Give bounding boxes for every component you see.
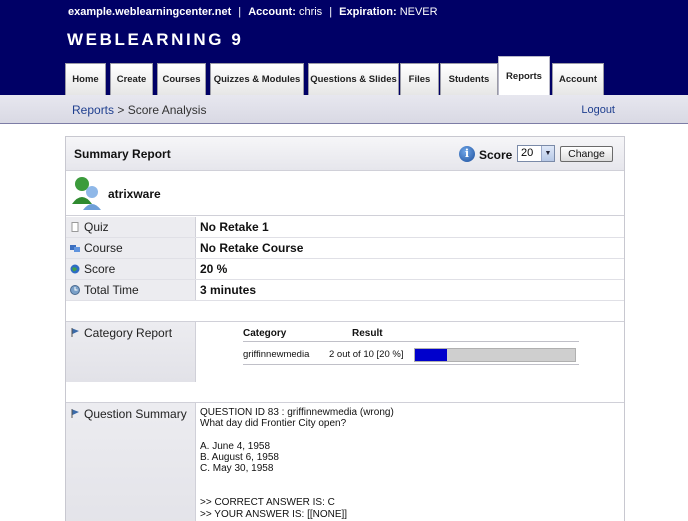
info-label: Total Time (84, 283, 139, 297)
info-row-course: Course No Retake Course (66, 238, 624, 259)
result-progress-bar (414, 348, 576, 362)
column-header-result: Result (352, 328, 383, 339)
question-line (200, 475, 394, 486)
globe-icon (70, 264, 80, 274)
question-line: QUESTION ID 83 : griffinnewmedia (wrong) (200, 407, 394, 418)
question-line: What day did Frontier City open? (200, 418, 347, 430)
score-label: Score (479, 148, 513, 162)
info-label: Quiz (84, 220, 109, 234)
user-row: atrixware (66, 172, 624, 216)
section-label: Question Summary (84, 407, 187, 421)
tab-students[interactable]: Students (440, 63, 498, 95)
category-name: griffinnewmedia (243, 349, 310, 360)
column-header-category: Category (243, 328, 287, 339)
logout-link[interactable]: Logout (581, 104, 615, 116)
change-button[interactable]: Change (560, 146, 613, 162)
question-line: C. May 30, 1958 (200, 463, 274, 475)
info-value: 3 minutes (200, 283, 257, 297)
category-report-section: Category Report Category Result griffinn… (66, 321, 624, 401)
account-info: example.weblearningcenter.net | Account:… (68, 6, 438, 18)
info-row-total-time: Total Time 3 minutes (66, 280, 624, 301)
panel-header: Summary Report i Score 20 ▼ Change (66, 137, 624, 171)
info-row-quiz: Quiz No Retake 1 (66, 217, 624, 238)
account-value: chris (298, 6, 323, 18)
flag-icon (71, 409, 79, 418)
user-group-icon (72, 177, 101, 210)
question-line (200, 486, 394, 497)
expiration-label: Expiration: (339, 6, 397, 18)
info-label: Score (84, 262, 116, 276)
tab-create[interactable]: Create (110, 63, 153, 95)
section-label: Category Report (84, 326, 173, 340)
chevron-down-icon[interactable]: ▼ (541, 146, 554, 161)
tab-quizzes-modules[interactable]: Quizzes & Modules (210, 63, 304, 95)
question-line: A. June 4, 1958 (200, 440, 271, 452)
result-progress-fill (415, 349, 447, 361)
info-label: Course (84, 241, 123, 255)
document-icon (71, 222, 79, 232)
course-icon (70, 245, 80, 252)
info-value: No Retake 1 (200, 220, 269, 234)
tab-home[interactable]: Home (65, 63, 106, 95)
summary-report-panel: Summary Report i Score 20 ▼ Change atrix… (65, 136, 625, 521)
tab-questions-slides[interactable]: Questions & Slides (308, 63, 399, 95)
flag-icon (71, 328, 79, 337)
question-text: QUESTION ID 83 : griffinnewmedia (wrong)… (200, 407, 394, 520)
header: example.weblearningcenter.net | Account:… (0, 0, 688, 96)
info-value: 20 % (200, 262, 228, 276)
table-row: griffinnewmedia 2 out of 10 [20 %] (243, 343, 579, 365)
logo: WEBLEARNING 9 (67, 30, 244, 49)
breadcrumb-bar: Reports > Score Analysis Logout (0, 95, 688, 124)
breadcrumb-reports-link[interactable]: Reports (72, 103, 114, 117)
panel-title: Summary Report (74, 147, 171, 161)
clock-icon (70, 285, 80, 295)
category-table-header: Category Result (243, 328, 579, 342)
info-value: No Retake Course (200, 241, 304, 255)
expiration-value: NEVER (399, 6, 438, 18)
info-icon[interactable]: i (459, 146, 475, 162)
question-line: B. August 6, 1958 (200, 452, 279, 464)
category-result: 2 out of 10 [20 %] (329, 349, 404, 360)
account-label: Account: (248, 6, 296, 18)
tab-account[interactable]: Account (552, 63, 604, 95)
breadcrumb: Reports > Score Analysis (72, 103, 207, 117)
question-summary-section: Question Summary QUESTION ID 83 : griffi… (66, 402, 624, 521)
score-select-value: 20 (521, 147, 534, 159)
tab-courses[interactable]: Courses (157, 63, 206, 95)
breadcrumb-current: Score Analysis (127, 103, 207, 117)
info-row-score: Score 20 % (66, 259, 624, 280)
tab-files[interactable]: Files (400, 63, 439, 95)
question-line: >> YOUR ANSWER IS: [[NONE]] (200, 508, 348, 520)
question-line: >> CORRECT ANSWER IS: C (200, 497, 335, 509)
score-select[interactable]: 20 ▼ (517, 145, 555, 162)
tab-reports[interactable]: Reports (498, 56, 550, 96)
user-name: atrixware (108, 187, 161, 201)
question-line (200, 430, 394, 441)
site-name: example.weblearningcenter.net (68, 6, 232, 18)
